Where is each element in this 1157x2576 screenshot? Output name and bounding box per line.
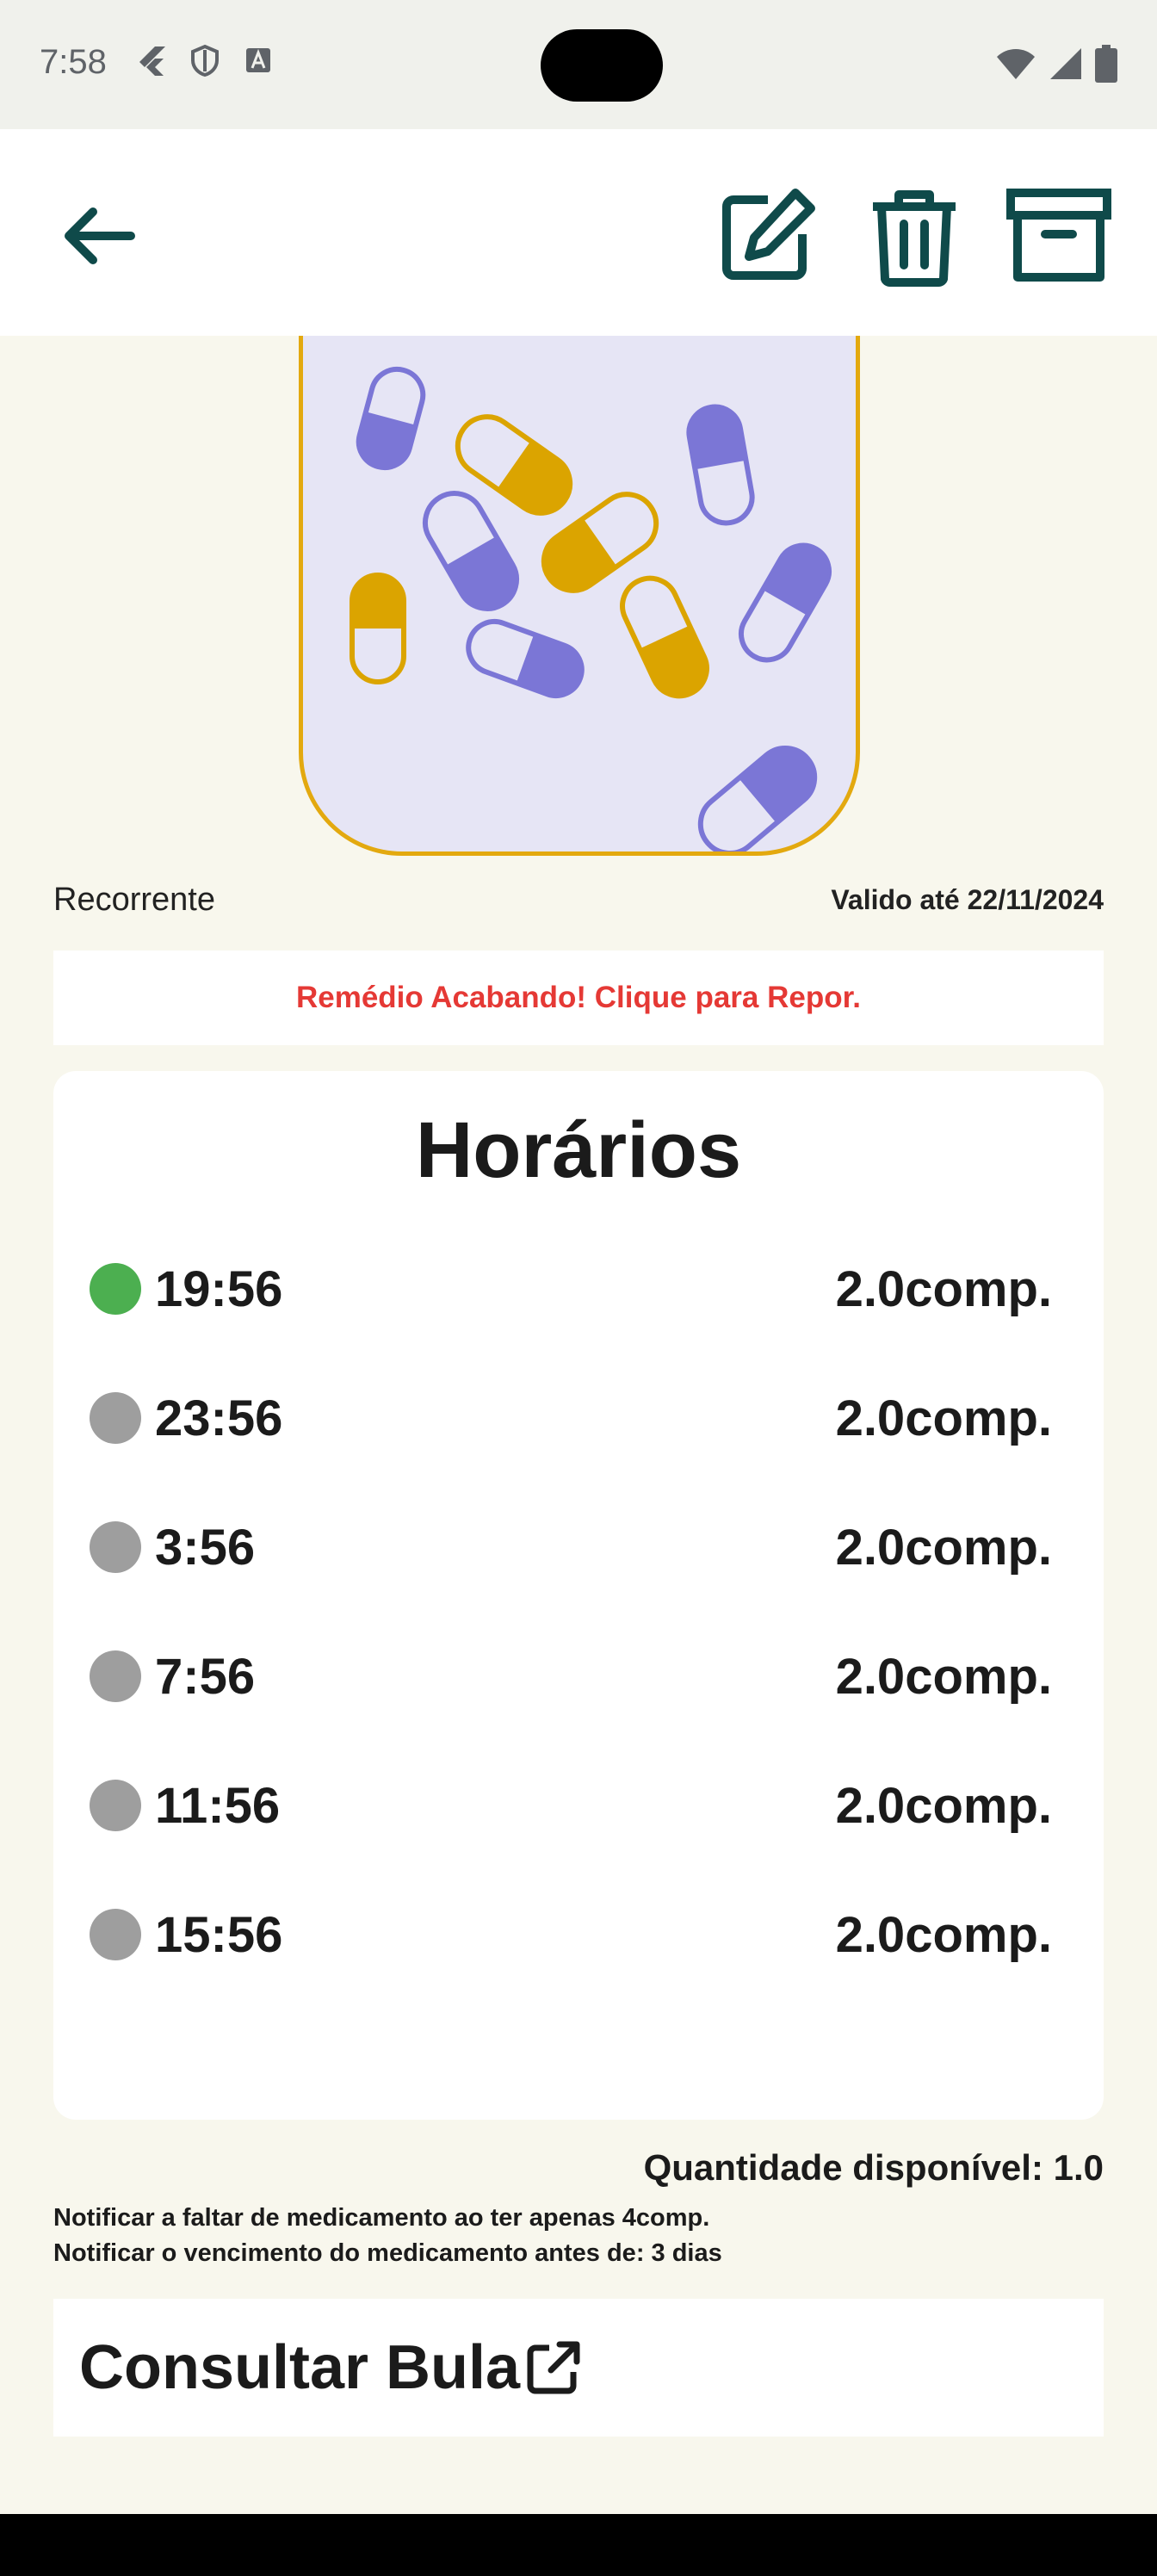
status-dot-taken — [90, 1263, 141, 1315]
signal-icon — [1050, 48, 1081, 79]
edit-button[interactable] — [716, 184, 820, 291]
pills-illustration — [350, 366, 832, 851]
slot-time: 7:56 — [155, 1648, 256, 1705]
status-icons-left — [134, 43, 275, 77]
archive-icon — [1006, 189, 1111, 282]
slot-time: 11:56 — [155, 1777, 281, 1834]
delete-button[interactable] — [868, 188, 961, 291]
schedule-slot[interactable]: 19:56 2.0comp. — [90, 1259, 1052, 1319]
schedule-slot[interactable]: 23:56 2.0comp. — [90, 1388, 1052, 1448]
slot-time: 15:56 — [155, 1906, 283, 1963]
status-dot-pending — [90, 1521, 141, 1573]
slot-dose: 2.0comp. — [835, 1390, 1052, 1446]
battery-icon — [1095, 45, 1117, 83]
quantity-available: Quantidade disponível: 1.0 — [643, 2147, 1104, 2188]
external-link-icon — [527, 2341, 580, 2394]
camera-cutout — [541, 29, 663, 102]
edit-icon — [722, 189, 815, 280]
shield-icon — [191, 44, 219, 77]
back-button[interactable] — [57, 195, 139, 281]
system-nav-bar — [0, 2514, 1157, 2576]
low-stock-notification: Notificar a faltar de medicamento ao ter… — [53, 2204, 710, 2232]
expiry-notification: Notificar o vencimento do medicamento an… — [53, 2239, 722, 2267]
schedule-slot[interactable]: 7:56 2.0comp. — [90, 1646, 1052, 1706]
status-bar: 7:58 — [0, 0, 1157, 129]
status-dot-pending — [90, 1780, 141, 1831]
trash-icon — [873, 190, 956, 287]
slot-time: 3:56 — [155, 1519, 256, 1576]
status-dot-pending — [90, 1909, 141, 1960]
schedule-card: Horários 19:56 2.0comp. 23:56 2.0comp. 3… — [53, 1071, 1104, 2120]
flutter-icon — [139, 46, 165, 76]
status-icons-right — [995, 45, 1117, 83]
slot-dose: 2.0comp. — [835, 1648, 1052, 1705]
leaflet-label: Consultar Bula — [79, 2333, 521, 2402]
wifi-icon — [997, 49, 1035, 79]
app-bar — [0, 129, 1157, 336]
slot-dose: 2.0comp. — [835, 1519, 1052, 1576]
archive-button[interactable] — [1005, 188, 1112, 286]
slot-dose: 2.0comp. — [835, 1777, 1052, 1834]
status-dot-pending — [90, 1650, 141, 1702]
recurrence-label: Recorrente — [53, 881, 215, 918]
arrow-left-icon — [65, 207, 135, 264]
slot-time: 23:56 — [155, 1390, 283, 1446]
schedule-slot[interactable]: 11:56 2.0comp. — [90, 1775, 1052, 1836]
medication-meta: Recorrente Valido até 22/11/2024 — [53, 878, 1104, 921]
slot-dose: 2.0comp. — [835, 1260, 1052, 1317]
status-dot-pending — [90, 1392, 141, 1444]
a-box-icon — [246, 48, 270, 72]
schedule-slot[interactable]: 15:56 2.0comp. — [90, 1904, 1052, 1965]
medication-image — [299, 336, 860, 856]
consult-leaflet-link[interactable]: Consultar Bula — [53, 2299, 1104, 2437]
schedule-slot[interactable]: 3:56 2.0comp. — [90, 1517, 1052, 1577]
slot-dose: 2.0comp. — [835, 1906, 1052, 1963]
home-gesture-handle[interactable] — [439, 2404, 718, 2414]
schedule-title: Horários — [415, 1106, 742, 1194]
valid-until-label: Valido até 22/11/2024 — [831, 883, 1104, 915]
status-time: 7:58 — [40, 43, 107, 81]
refill-alert-button[interactable]: Remédio Acabando! Clique para Repor. — [53, 951, 1104, 1045]
slot-time: 19:56 — [155, 1260, 283, 1317]
